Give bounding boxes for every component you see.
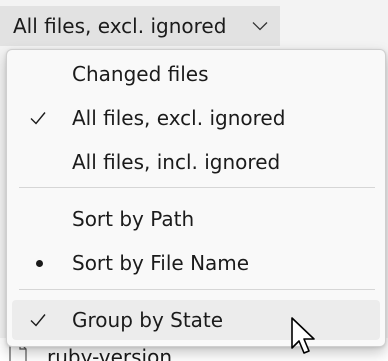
mouse-cursor-icon [291, 317, 315, 354]
file-name: ruby-version [47, 345, 173, 361]
menu-item-label: All files, incl. ignored [72, 150, 281, 174]
menu-separator [19, 187, 375, 188]
checkmark-icon [30, 314, 46, 327]
menu-item-label: All files, excl. ignored [72, 106, 286, 130]
menu-separator [19, 289, 375, 290]
menu-item-all-files-incl-ignored[interactable]: All files, incl. ignored [12, 142, 380, 182]
menu-item-label: Group by State [72, 308, 224, 332]
menu-item-label: Changed files [72, 62, 209, 86]
menu-item-sort-by-file-name[interactable]: Sort by File Name [12, 243, 380, 283]
file-filter-menu: Changed files All files, excl. ignored A… [6, 49, 386, 347]
menu-item-sort-by-path[interactable]: Sort by Path [12, 199, 380, 239]
menu-item-all-files-excl-ignored[interactable]: All files, excl. ignored [12, 98, 380, 138]
file-filter-selected: All files, excl. ignored [13, 14, 227, 38]
checkmark-icon [30, 112, 46, 125]
menu-item-group-by-state[interactable]: Group by State [12, 300, 380, 340]
menu-item-label: Sort by Path [72, 207, 195, 231]
file-filter-dropdown[interactable]: All files, excl. ignored [0, 6, 280, 46]
menu-item-changed-files[interactable]: Changed files [12, 54, 380, 94]
menu-item-label: Sort by File Name [72, 251, 250, 275]
chevron-down-icon [252, 22, 268, 31]
radio-bullet-icon [36, 260, 43, 267]
